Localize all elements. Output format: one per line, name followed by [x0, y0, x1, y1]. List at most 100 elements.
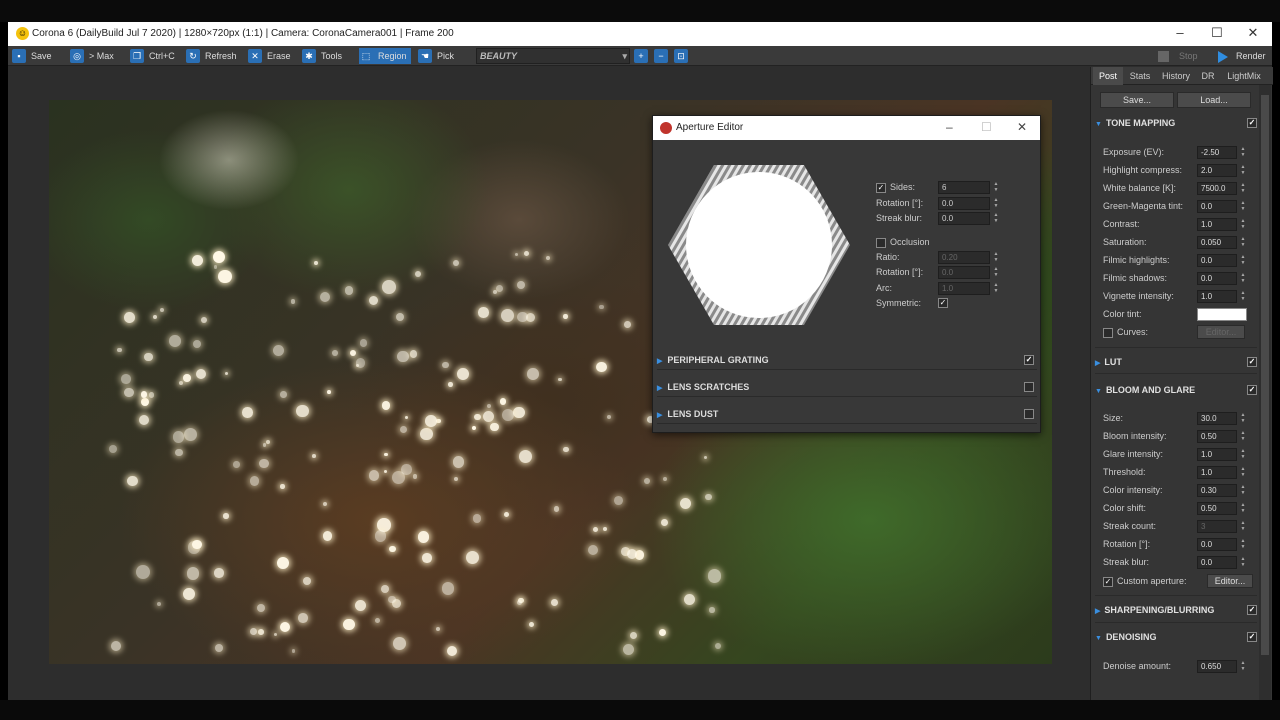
- spinner-icon[interactable]: ▲ ▼: [1239, 182, 1247, 195]
- max-button[interactable]: ◎ > Max: [70, 48, 114, 64]
- tone-mapping-value[interactable]: 7500.0: [1197, 182, 1237, 195]
- refresh-button[interactable]: ↻ Refresh: [186, 48, 237, 64]
- aperture-editor-button[interactable]: Editor...: [1207, 574, 1253, 588]
- tone-mapping-value[interactable]: 0.0: [1197, 254, 1237, 267]
- color-tint-swatch[interactable]: [1197, 308, 1247, 321]
- lens-dust-section[interactable]: ▶ LENS DUST: [657, 404, 1037, 424]
- spinner-icon[interactable]: ▲ ▼: [1239, 200, 1247, 213]
- sharpening-checkbox[interactable]: ✓: [1247, 605, 1257, 615]
- maximize-icon[interactable]: ☐: [1210, 26, 1224, 40]
- tone-mapping-value[interactable]: 1.0: [1197, 290, 1237, 303]
- spinner-icon[interactable]: ▲ ▼: [1239, 290, 1247, 303]
- sharpening-header[interactable]: ▶ SHARPENING/BLURRING ✓: [1095, 601, 1259, 619]
- rotation-value[interactable]: 0.0: [938, 197, 990, 210]
- denoising-header[interactable]: ▼ DENOISING ✓: [1095, 628, 1259, 646]
- spinner-icon[interactable]: ▲ ▼: [1239, 466, 1247, 479]
- bloom-glare-header[interactable]: ▼ BLOOM AND GLARE ✓: [1095, 381, 1259, 399]
- tone-mapping-value[interactable]: 1.0: [1197, 218, 1237, 231]
- peripheral-grating-checkbox[interactable]: ✓: [1024, 355, 1034, 365]
- bloom-glare-value[interactable]: 0.50: [1197, 430, 1237, 443]
- spinner-icon[interactable]: ▲ ▼: [1239, 448, 1247, 461]
- close-icon[interactable]: ✕: [1017, 120, 1027, 134]
- close-icon[interactable]: ✕: [1246, 26, 1260, 40]
- lut-checkbox[interactable]: ✓: [1247, 357, 1257, 367]
- denoising-checkbox[interactable]: ✓: [1247, 632, 1257, 642]
- spinner-icon[interactable]: ▲ ▼: [1239, 430, 1247, 443]
- zoom-fit-icon[interactable]: ⊡: [674, 49, 688, 63]
- spinner-icon[interactable]: ▲ ▼: [1239, 164, 1247, 177]
- symmetric-checkbox[interactable]: ✓: [938, 298, 948, 308]
- erase-button[interactable]: ✕ Erase: [248, 48, 291, 64]
- lens-scratches-checkbox[interactable]: [1024, 382, 1034, 392]
- tab-dr[interactable]: DR: [1197, 67, 1219, 85]
- lut-header[interactable]: ▶ LUT ✓: [1095, 353, 1259, 371]
- tools-button[interactable]: ✱ Tools: [302, 48, 342, 64]
- bokeh-highlight: [193, 339, 202, 348]
- tab-post[interactable]: Post: [1093, 67, 1123, 85]
- pick-button[interactable]: ☚ Pick: [418, 48, 454, 64]
- bloom-glare-checkbox[interactable]: ✓: [1247, 385, 1257, 395]
- spinner-icon[interactable]: ▲ ▼: [1239, 556, 1247, 569]
- tone-mapping-header[interactable]: ▼ TONE MAPPING ✓: [1095, 114, 1259, 132]
- spinner-icon[interactable]: ▲ ▼: [1239, 254, 1247, 267]
- spinner-icon[interactable]: ▲ ▼: [1239, 236, 1247, 249]
- spinner-icon[interactable]: ▲ ▼: [1239, 502, 1247, 515]
- spinner-icon[interactable]: ▲ ▼: [1239, 412, 1247, 425]
- bloom-glare-value[interactable]: 3: [1197, 520, 1237, 533]
- region-button[interactable]: ⬚ Region: [359, 48, 411, 64]
- lens-dust-checkbox[interactable]: [1024, 409, 1034, 419]
- zoom-out-icon[interactable]: −: [654, 49, 668, 63]
- bloom-glare-value[interactable]: 1.0: [1197, 448, 1237, 461]
- load-preset-button[interactable]: Load...: [1177, 92, 1251, 108]
- stop-button[interactable]: Stop: [1158, 48, 1198, 64]
- custom-aperture-checkbox[interactable]: ✓: [1103, 576, 1113, 587]
- save-button[interactable]: ▪ Save: [12, 48, 52, 64]
- occlusion-checkbox[interactable]: [876, 237, 886, 248]
- spinner-icon[interactable]: ▲ ▼: [1239, 146, 1247, 159]
- tone-mapping-value[interactable]: 0.050: [1197, 236, 1237, 249]
- tone-mapping-value[interactable]: 0.0: [1197, 272, 1237, 285]
- denoise-value[interactable]: 0.650: [1197, 660, 1237, 673]
- bloom-glare-value[interactable]: 0.0: [1197, 556, 1237, 569]
- copy-button[interactable]: ❐ Ctrl+C: [130, 48, 175, 64]
- sides-value[interactable]: 6: [938, 181, 990, 194]
- ratio-label: Ratio:: [876, 252, 900, 262]
- bloom-glare-row: Threshold: 1.0 ▲ ▼: [1103, 464, 1257, 480]
- tone-mapping-value[interactable]: 2.0: [1197, 164, 1237, 177]
- spinner-icon[interactable]: ▲ ▼: [1239, 484, 1247, 497]
- streak-blur-value[interactable]: 0.0: [938, 212, 990, 225]
- bloom-glare-value[interactable]: 0.50: [1197, 502, 1237, 515]
- tab-stats[interactable]: Stats: [1125, 67, 1155, 85]
- save-preset-button[interactable]: Save...: [1100, 92, 1174, 108]
- panel-scrollbar[interactable]: [1259, 85, 1271, 700]
- tone-mapping-value[interactable]: -2.50: [1197, 146, 1237, 159]
- spinner-icon[interactable]: ▲ ▼: [992, 197, 1000, 210]
- bloom-glare-value[interactable]: 0.30: [1197, 484, 1237, 497]
- curves-checkbox[interactable]: [1103, 327, 1113, 338]
- minimize-icon[interactable]: –: [946, 120, 953, 134]
- zoom-in-icon[interactable]: +: [634, 49, 648, 63]
- spinner-icon[interactable]: ▲ ▼: [1239, 520, 1247, 533]
- lens-scratches-section[interactable]: ▶ LENS SCRATCHES: [657, 377, 1037, 397]
- spinner-icon[interactable]: ▲ ▼: [992, 212, 1000, 225]
- taskbar-strip: [0, 700, 1280, 720]
- channel-select[interactable]: BEAUTY ▾: [476, 48, 630, 64]
- tone-mapping-checkbox[interactable]: ✓: [1247, 118, 1257, 128]
- spinner-icon[interactable]: ▲ ▼: [992, 181, 1000, 194]
- tone-mapping-value[interactable]: 0.0: [1197, 200, 1237, 213]
- bloom-glare-value[interactable]: 0.0: [1197, 538, 1237, 551]
- spinner-icon[interactable]: ▲ ▼: [1239, 538, 1247, 551]
- bloom-glare-value[interactable]: 1.0: [1197, 466, 1237, 479]
- peripheral-grating-section[interactable]: ▶ PERIPHERAL GRATING ✓: [657, 350, 1037, 370]
- spinner-icon[interactable]: ▲ ▼: [1239, 272, 1247, 285]
- minimize-icon[interactable]: –: [1173, 26, 1187, 40]
- tab-lightmix[interactable]: LightMix: [1221, 67, 1267, 85]
- render-button[interactable]: Render: [1218, 48, 1266, 64]
- curves-editor-button[interactable]: Editor...: [1197, 325, 1245, 339]
- bloom-glare-value[interactable]: 30.0: [1197, 412, 1237, 425]
- scrollbar-thumb[interactable]: [1261, 95, 1269, 655]
- tab-history[interactable]: History: [1157, 67, 1195, 85]
- spinner-icon[interactable]: ▲ ▼: [1239, 660, 1247, 673]
- spinner-icon[interactable]: ▲ ▼: [1239, 218, 1247, 231]
- sides-checkbox[interactable]: ✓: [876, 182, 886, 193]
